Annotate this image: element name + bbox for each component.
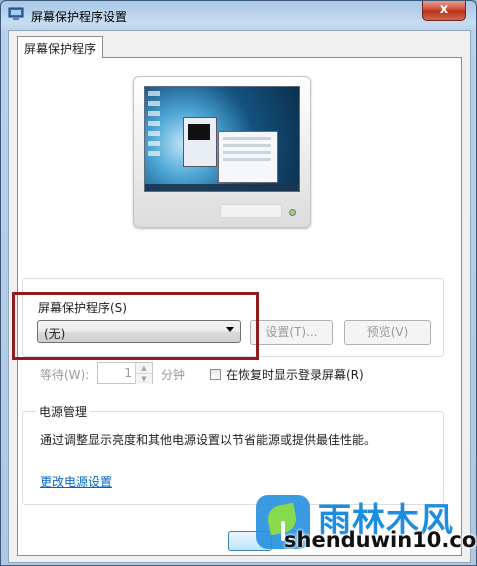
minutes-label: 分钟 (161, 368, 186, 382)
settings-button[interactable]: 设置(T)... (250, 320, 333, 345)
power-description: 通过调整显示亮度和其他电源设置以节省能源或提供最佳性能。 (40, 433, 377, 447)
monitor-power-led (289, 209, 296, 216)
power-group (22, 411, 444, 505)
close-button[interactable]: x (422, 1, 466, 21)
tab-screensaver[interactable]: 屏幕保护程序 (17, 36, 103, 58)
desktop-icons (148, 91, 160, 161)
wait-stepper-value: 1 (124, 366, 132, 380)
monitor-preview (133, 76, 311, 228)
monitor-slot (220, 204, 282, 218)
preview-window-small (183, 117, 217, 167)
resume-logon-checkbox[interactable] (210, 369, 221, 380)
preview-taskbar (145, 184, 299, 191)
window-title: 屏幕保护程序设置 (31, 10, 128, 24)
preview-window-large (218, 131, 278, 183)
resume-logon-label[interactable]: 在恢复时显示登录屏幕(R) (226, 366, 364, 383)
highlight-box (12, 292, 259, 360)
wait-label: 等待(W): (40, 368, 90, 382)
title-bar[interactable]: 屏幕保护程序设置 x (1, 1, 476, 29)
watermark-url: shenduwin10.com (284, 528, 477, 552)
display-properties-icon (8, 7, 24, 20)
change-power-settings-link[interactable]: 更改电源设置 (40, 473, 112, 490)
power-group-label: 电源管理 (36, 403, 91, 420)
spin-down-icon[interactable]: ▼ (135, 373, 152, 384)
preview-button[interactable]: 预览(V) (344, 320, 431, 345)
spin-up-icon[interactable]: ▲ (135, 363, 152, 373)
preview-screen (144, 86, 300, 192)
wait-stepper[interactable]: 1 ▲ ▼ (97, 362, 153, 384)
